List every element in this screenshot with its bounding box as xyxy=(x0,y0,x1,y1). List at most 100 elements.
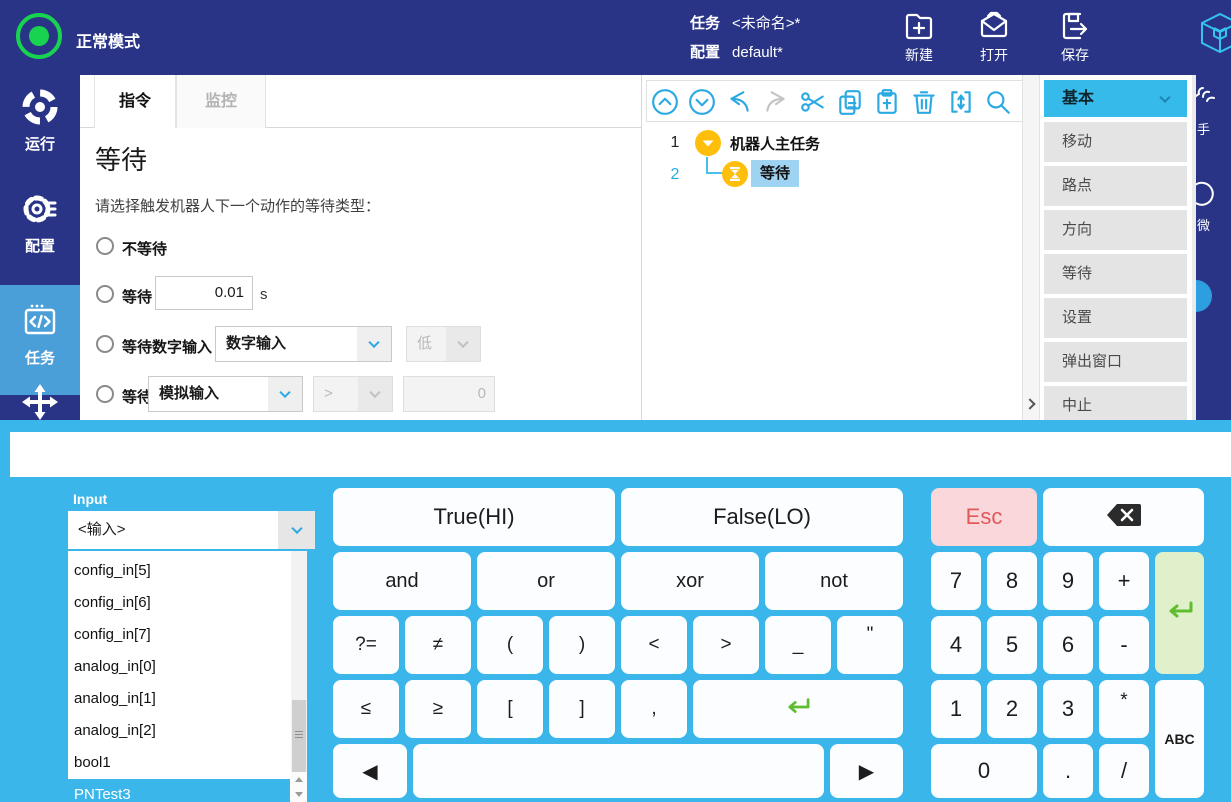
key-underscore[interactable]: _ xyxy=(765,616,831,674)
command-item-popup[interactable]: 弹出窗口 xyxy=(1044,342,1187,382)
save-button[interactable]: 保存 xyxy=(1043,6,1107,70)
open-button[interactable]: 打开 xyxy=(962,6,1026,70)
sidebar-item-task[interactable]: 任务 xyxy=(0,285,80,395)
wait-time-input[interactable]: 0.01 xyxy=(155,276,253,310)
key-space[interactable] xyxy=(413,744,824,798)
tree-row-main-task[interactable]: 机器人主任务 xyxy=(730,131,820,158)
key-comma[interactable]: , xyxy=(621,680,687,738)
radio-wait-digital[interactable] xyxy=(96,335,114,353)
key-right-bracket[interactable]: ] xyxy=(549,680,615,738)
digital-input-select[interactable]: 数字输入 xyxy=(215,326,392,362)
key-6[interactable]: 6 xyxy=(1043,616,1093,674)
sidebar-item-config[interactable]: 配置 xyxy=(0,187,80,287)
key-less-than[interactable]: < xyxy=(621,616,687,674)
key-minus[interactable]: - xyxy=(1099,616,1149,674)
key-xor[interactable]: xor xyxy=(621,552,759,610)
new-button[interactable]: 新建 xyxy=(887,6,951,70)
sidebar-item-run[interactable]: 运行 xyxy=(0,85,80,185)
list-item[interactable]: config_in[7] xyxy=(68,619,290,651)
list-item[interactable]: analog_in[2] xyxy=(68,715,290,747)
command-category-dropdown[interactable]: 基本 xyxy=(1044,80,1187,117)
move-up-button[interactable] xyxy=(651,88,679,116)
key-left-paren[interactable]: ( xyxy=(477,616,543,674)
input-source-dropdown[interactable]: <输入> xyxy=(68,511,315,549)
key-greater-equal[interactable]: ≥ xyxy=(405,680,471,738)
paste-button[interactable] xyxy=(873,88,901,116)
analog-value-input[interactable]: 0 xyxy=(403,376,495,412)
key-4[interactable]: 4 xyxy=(931,616,981,674)
key-dot[interactable]: . xyxy=(1043,744,1093,798)
key-not[interactable]: not xyxy=(765,552,903,610)
key-left-bracket[interactable]: [ xyxy=(477,680,543,738)
key-true-hi[interactable]: True(HI) xyxy=(333,488,615,546)
key-and[interactable]: and xyxy=(333,552,471,610)
list-item[interactable]: bool1 xyxy=(68,747,290,779)
list-item[interactable]: config_in[6] xyxy=(68,587,290,619)
key-question-equals[interactable]: ?= xyxy=(333,616,399,674)
list-item[interactable]: analog_in[0] xyxy=(68,651,290,683)
insert-button[interactable] xyxy=(947,88,975,116)
undo-button[interactable] xyxy=(725,88,753,116)
key-9[interactable]: 9 xyxy=(1043,552,1093,610)
list-item-selected[interactable]: PNTest3 xyxy=(68,779,290,802)
key-slash[interactable]: / xyxy=(1099,744,1149,798)
command-item-wait[interactable]: 等待 xyxy=(1044,254,1187,294)
config-label: 配置 xyxy=(690,44,720,61)
command-panel: 基本 移动 路点 方向 等待 设置 弹出窗口 中止 xyxy=(1040,75,1192,420)
key-5[interactable]: 5 xyxy=(987,616,1037,674)
key-enter-wide[interactable] xyxy=(693,680,903,738)
command-item-waypoint[interactable]: 路点 xyxy=(1044,166,1187,206)
hourglass-icon[interactable] xyxy=(722,161,748,187)
tab-instruction[interactable]: 指令 xyxy=(94,75,176,128)
expand-node-icon[interactable] xyxy=(695,130,721,156)
radio-no-wait[interactable] xyxy=(96,237,114,255)
list-item[interactable]: analog_in[1] xyxy=(68,683,290,715)
radio-wait-analog[interactable] xyxy=(96,385,114,403)
list-item[interactable]: config_in[5] xyxy=(68,555,290,587)
wait-description: 请选择触发机器人下一个动作的等待类型： xyxy=(95,195,380,216)
key-false-lo[interactable]: False(LO) xyxy=(621,488,903,546)
analog-input-select[interactable]: 模拟输入 xyxy=(148,376,303,412)
key-0[interactable]: 0 xyxy=(931,744,1037,798)
expression-input[interactable] xyxy=(10,432,1231,477)
copy-button[interactable] xyxy=(836,88,864,116)
key-3[interactable]: 3 xyxy=(1043,680,1093,738)
screen: 正常模式 任务<未命名>* 配置default* 新建 打开 xyxy=(0,0,1231,802)
scroll-down-button[interactable] xyxy=(291,787,307,802)
key-abc-mode[interactable]: ABC xyxy=(1155,680,1204,798)
redo-button[interactable] xyxy=(762,88,790,116)
search-button[interactable] xyxy=(984,88,1012,116)
key-backspace[interactable] xyxy=(1043,488,1204,546)
key-esc[interactable]: Esc xyxy=(931,488,1037,546)
collapse-panel-button[interactable] xyxy=(1022,75,1040,420)
key-quote[interactable]: " xyxy=(837,616,903,674)
key-not-equal[interactable]: ≠ xyxy=(405,616,471,674)
command-item-direction[interactable]: 方向 xyxy=(1044,210,1187,250)
key-less-equal[interactable]: ≤ xyxy=(333,680,399,738)
cut-button[interactable] xyxy=(799,88,827,116)
key-plus[interactable]: + xyxy=(1099,552,1149,610)
key-8[interactable]: 8 xyxy=(987,552,1037,610)
radio-wait-time[interactable] xyxy=(96,285,114,303)
scrollbar-thumb[interactable] xyxy=(292,700,306,772)
scroll-up-button[interactable] xyxy=(291,772,307,787)
move-down-button[interactable] xyxy=(688,88,716,116)
key-or[interactable]: or xyxy=(477,552,615,610)
key-2[interactable]: 2 xyxy=(987,680,1037,738)
key-7[interactable]: 7 xyxy=(931,552,981,610)
command-item-set[interactable]: 设置 xyxy=(1044,298,1187,338)
tab-monitor[interactable]: 监控 xyxy=(176,75,266,128)
key-cursor-right[interactable]: ▶ xyxy=(830,744,903,798)
key-cursor-left[interactable]: ◀ xyxy=(333,744,407,798)
list-scrollbar[interactable] xyxy=(291,551,307,802)
key-greater-than[interactable]: > xyxy=(693,616,759,674)
digital-level-select[interactable]: 低 xyxy=(406,326,481,362)
key-right-paren[interactable]: ) xyxy=(549,616,615,674)
tree-row-wait[interactable]: 等待 xyxy=(751,160,799,187)
analog-operator-select[interactable]: > xyxy=(313,376,393,412)
command-item-move[interactable]: 移动 xyxy=(1044,122,1187,162)
delete-button[interactable] xyxy=(910,88,938,116)
key-star[interactable]: * xyxy=(1099,680,1149,738)
key-1[interactable]: 1 xyxy=(931,680,981,738)
key-enter[interactable] xyxy=(1155,552,1204,674)
